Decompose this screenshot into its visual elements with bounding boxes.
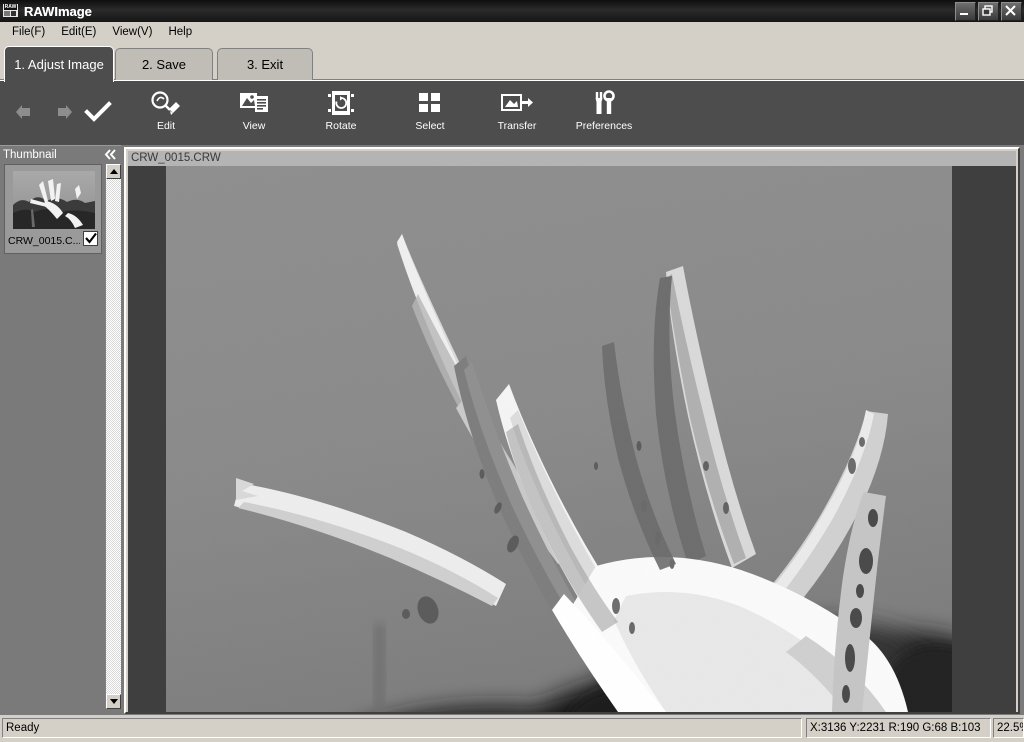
toolbar-button-transfer[interactable]: Transfer xyxy=(482,89,552,141)
status-bar: Ready X:3136 Y:2231 R:190 G:68 B:103 22.… xyxy=(0,715,1024,742)
toolbar-button-preferences[interactable]: Preferences xyxy=(569,89,639,141)
transfer-icon xyxy=(499,89,535,117)
tab-save[interactable]: 2. Save xyxy=(115,48,213,80)
image-child-window: CRW_0015.CRW xyxy=(124,147,1020,714)
back-arrow-icon[interactable] xyxy=(12,101,40,123)
restore-button[interactable] xyxy=(978,2,999,21)
edit-pencil-icon xyxy=(149,89,183,117)
menu-bar: File(F) Edit(E) View(V) Help xyxy=(0,22,1024,42)
tab-strip: 1. Adjust Image 2. Save 3. Exit xyxy=(0,42,1024,82)
tab-adjust-image[interactable]: 1. Adjust Image xyxy=(4,46,114,82)
list-item[interactable]: CRW_0015.C... xyxy=(4,164,102,254)
menu-item-help[interactable]: Help xyxy=(160,24,200,41)
window-title: RAWImage xyxy=(24,3,92,19)
tab-exit[interactable]: 3. Exit xyxy=(217,48,313,80)
toolbar-button-edit[interactable]: Edit xyxy=(131,89,201,141)
rotate-icon xyxy=(324,89,358,117)
toolbar-label-preferences: Preferences xyxy=(575,120,633,132)
scroll-up-arrow-icon[interactable] xyxy=(106,164,121,179)
forward-arrow-icon[interactable] xyxy=(48,101,76,123)
thumbnail-checkbox[interactable] xyxy=(83,231,98,246)
toolbar-label-edit: Edit xyxy=(156,120,176,132)
raw-badge-label: RAW xyxy=(4,4,17,10)
raw-app-icon: RAW xyxy=(2,3,20,19)
close-button[interactable] xyxy=(1001,2,1022,21)
raw-photo[interactable] xyxy=(166,166,952,712)
image-window-title[interactable]: CRW_0015.CRW xyxy=(128,151,1016,166)
checkmark-icon[interactable] xyxy=(84,101,112,123)
status-message: Ready xyxy=(2,718,802,738)
window-controls xyxy=(955,2,1022,21)
chevron-double-left-icon[interactable] xyxy=(102,147,119,162)
toolbar-label-view: View xyxy=(242,120,266,132)
thumbnail-panel-title: Thumbnail xyxy=(3,148,57,161)
menu-item-edit[interactable]: Edit(E) xyxy=(53,24,104,41)
toolbar-label-rotate: Rotate xyxy=(325,120,357,132)
preferences-tools-icon xyxy=(587,89,621,117)
select-grid-icon xyxy=(413,89,447,117)
menu-item-file[interactable]: File(F) xyxy=(4,24,53,41)
toolbar-button-rotate[interactable]: Rotate xyxy=(306,89,376,141)
thumbnail-image xyxy=(13,171,95,229)
toolbar-label-transfer: Transfer xyxy=(497,120,537,132)
main-toolbar: Edit View Rotate Select Transfer Prefere… xyxy=(0,80,1024,220)
menu-item-view[interactable]: View(V) xyxy=(104,24,160,41)
toolbar-button-view[interactable]: View xyxy=(219,89,289,141)
thumbnail-caption: CRW_0015.C... xyxy=(8,235,80,247)
status-coordinates: X:3136 Y:2231 R:190 G:68 B:103 xyxy=(806,718,991,738)
status-zoom-level: 22.5% xyxy=(993,718,1024,738)
view-image-icon xyxy=(237,89,271,117)
image-canvas[interactable] xyxy=(128,166,1016,712)
client-area: Thumbnail CRW_0015.C... CRW_0015.CRW xyxy=(0,145,1024,716)
thumbnail-list[interactable]: CRW_0015.C... xyxy=(4,164,104,709)
minimize-button[interactable] xyxy=(955,2,976,21)
toolbar-button-select[interactable]: Select xyxy=(395,89,465,141)
title-bar: RAW RAWImage xyxy=(0,0,1024,22)
thumbnail-scrollbar[interactable] xyxy=(105,164,121,709)
thumbnail-panel: Thumbnail CRW_0015.C... xyxy=(0,145,121,716)
scroll-down-arrow-icon[interactable] xyxy=(106,694,121,709)
rawimage-application-window: RAW RAWImage File(F) Edit(E) View(V) Hel… xyxy=(0,0,1024,742)
thumbnail-panel-header: Thumbnail xyxy=(0,146,121,163)
toolbar-label-select: Select xyxy=(415,120,445,132)
